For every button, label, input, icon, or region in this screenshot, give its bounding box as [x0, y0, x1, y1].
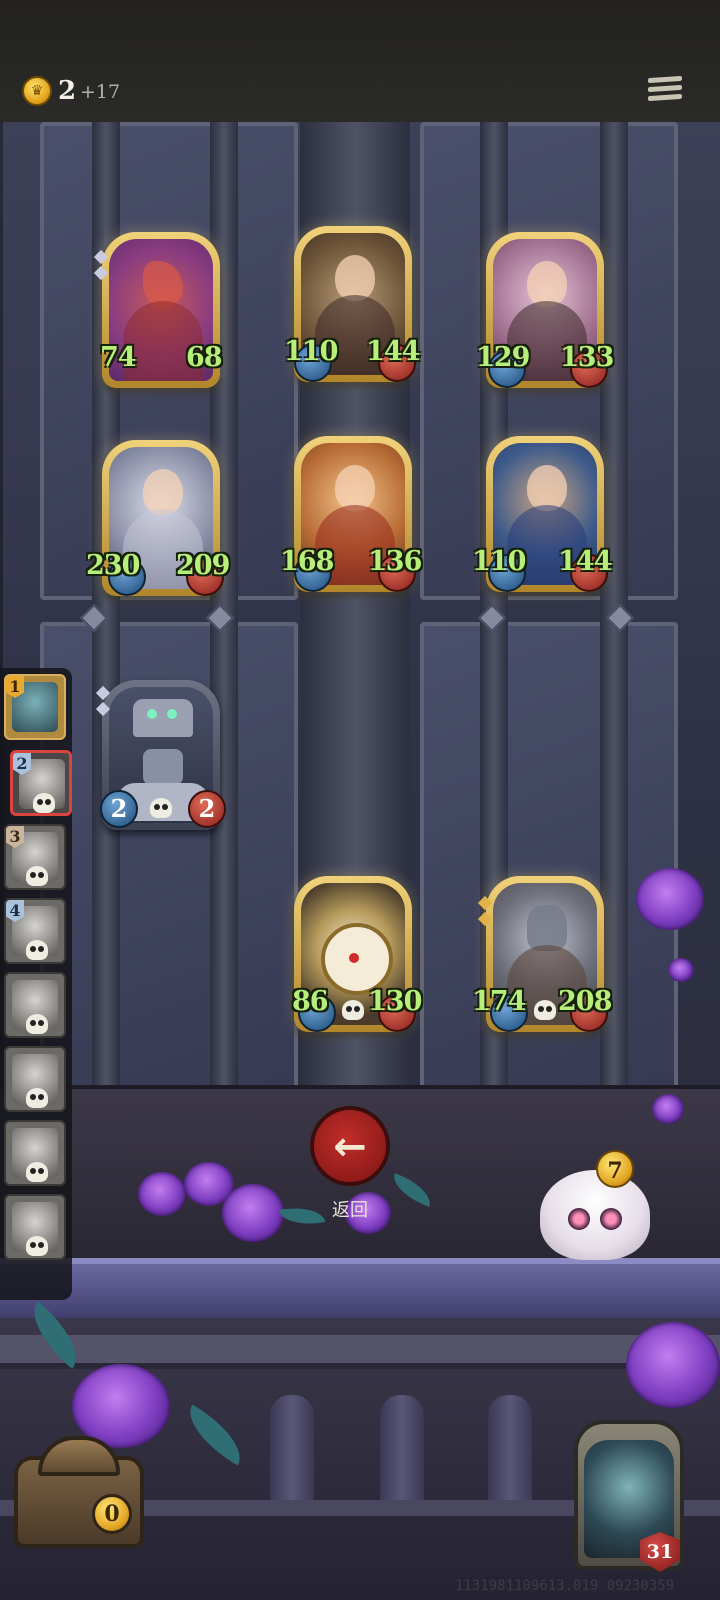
health-value: 208 [558, 986, 612, 1017]
skull-icon [342, 1000, 364, 1020]
gold-coin-icon: ♛ [22, 76, 52, 106]
health-value: 68 [186, 342, 223, 373]
unit-card-gunslinger[interactable]: 110 144 [284, 226, 420, 382]
skull-icon [26, 1162, 48, 1182]
top-bar: ♛ 2 +17 [0, 0, 720, 125]
attack-value: 110 [472, 546, 526, 577]
unit-card-bot[interactable]: 2 2 [95, 680, 226, 830]
attack-value: 86 [292, 986, 329, 1017]
unit-card-dragon[interactable]: 74 68 [93, 232, 223, 388]
unit-card-mechanic[interactable]: 129 133 [476, 232, 614, 388]
rose-decoration [652, 1094, 684, 1124]
hero-portrait[interactable]: 31 [574, 1420, 684, 1572]
timeline-item[interactable]: 4 [4, 898, 66, 964]
health-value: 130 [368, 986, 422, 1017]
timeline-item[interactable]: 3 [4, 824, 66, 890]
attack-value: 129 [476, 342, 530, 373]
skull-icon [33, 793, 55, 813]
return-button[interactable]: ← [310, 1106, 390, 1186]
chest-icon [38, 1436, 120, 1476]
chest-count: 0 [92, 1494, 132, 1534]
skull-icon [26, 1088, 48, 1108]
treasure-chest-button[interactable]: 0 [14, 1436, 144, 1548]
health-value: 2 [188, 790, 226, 828]
rose-decoration [636, 868, 704, 930]
attack-value: 230 [86, 550, 140, 581]
mascot-coin-badge: 7 [596, 1150, 634, 1188]
attack-value: 168 [280, 546, 334, 577]
rose-decoration [626, 1322, 720, 1408]
ledge [0, 1258, 720, 1324]
rose-decoration [138, 1172, 186, 1216]
gold-income: +17 [80, 81, 121, 103]
unit-card-paladin[interactable]: 230 209 [86, 440, 230, 596]
skull-icon [26, 1236, 48, 1256]
rose-decoration [222, 1184, 284, 1242]
unit-card-knight[interactable]: 174 208 [472, 876, 612, 1032]
attack-value: 110 [284, 336, 338, 367]
mascot-companion[interactable]: 7 [540, 1150, 650, 1260]
gold-count: 2 [58, 76, 77, 106]
arrow-left-icon: ← [333, 1124, 367, 1170]
rose-decoration [668, 958, 694, 982]
health-value: 144 [366, 336, 420, 367]
health-value: 209 [176, 550, 230, 581]
timeline-item[interactable] [4, 1120, 66, 1186]
return-button-label: 返回 [332, 1200, 368, 1221]
health-value: 136 [368, 546, 422, 577]
attack-value: 2 [100, 790, 138, 828]
timeline-item[interactable] [4, 1194, 66, 1260]
unit-card-clockwork[interactable]: 86 130 [292, 876, 422, 1032]
menu-icon [648, 75, 682, 84]
menu-button[interactable] [648, 74, 682, 106]
skull-icon [26, 866, 48, 886]
health-value: 144 [558, 546, 612, 577]
unit-card-brawler[interactable]: 168 136 [280, 436, 422, 592]
attack-value: 74 [100, 342, 137, 373]
timeline-item[interactable] [4, 1046, 66, 1112]
skull-icon [26, 940, 48, 960]
turn-order-timeline: 1 2 3 4 [0, 668, 72, 1300]
timeline-item[interactable]: 1 [4, 674, 66, 740]
attack-value: 174 [472, 986, 526, 1017]
skull-icon [534, 1000, 556, 1020]
skull-icon [150, 798, 172, 818]
skull-icon [26, 1014, 48, 1034]
timeline-item[interactable] [4, 972, 66, 1038]
health-value: 133 [560, 342, 614, 373]
build-id: 1131981109613.019 09230359 [455, 1578, 675, 1594]
unit-card-duelist[interactable]: 110 144 [472, 436, 612, 592]
timeline-item[interactable]: 2 [10, 750, 72, 816]
